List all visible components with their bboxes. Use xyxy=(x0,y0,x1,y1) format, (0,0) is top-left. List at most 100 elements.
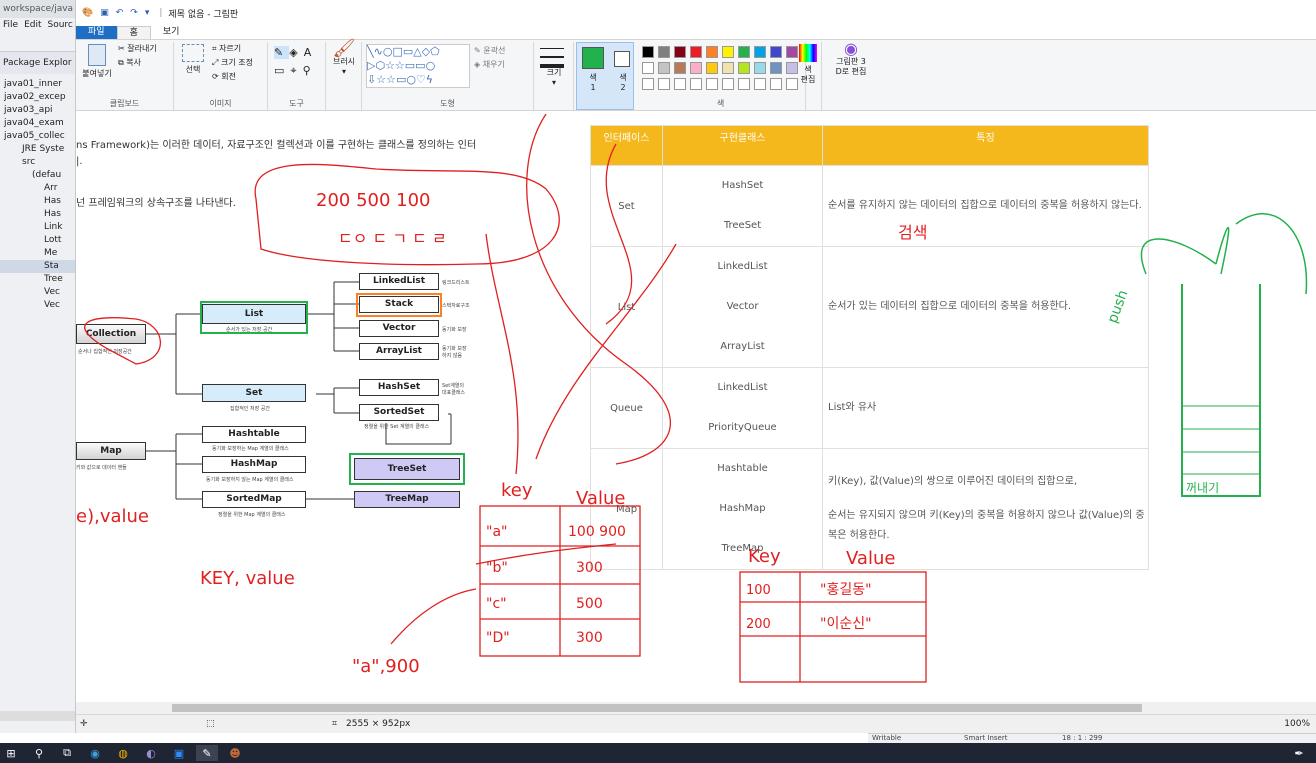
fill-icon[interactable]: ◈ xyxy=(289,46,303,59)
paste-button[interactable]: 붙여넣기 xyxy=(82,44,112,79)
tree-item[interactable]: java01_inner xyxy=(0,78,75,91)
eraser-icon[interactable]: ▭ xyxy=(274,64,290,77)
palette-swatch[interactable] xyxy=(706,46,718,58)
tree-item[interactable]: Lott xyxy=(0,234,75,247)
arrow-set-to-treeset xyxy=(526,114,671,465)
palette-swatch-empty[interactable] xyxy=(658,78,670,90)
tree-item[interactable]: Link xyxy=(0,221,75,234)
edge-icon[interactable]: ◉ xyxy=(84,745,106,761)
palette-swatch[interactable] xyxy=(658,46,670,58)
palette-swatch-empty[interactable] xyxy=(642,78,654,90)
tree-item[interactable]: Has xyxy=(0,208,75,221)
tree-item[interactable]: JRE Syste xyxy=(0,143,75,156)
svg-text:"b": "b" xyxy=(486,560,508,576)
palette-swatch[interactable] xyxy=(738,62,750,74)
edit-colors-button[interactable]: 색 편집 xyxy=(796,44,820,85)
redo-icon[interactable]: ↷ xyxy=(130,8,138,18)
color1-selector[interactable]: 색1 색2 xyxy=(576,42,634,110)
tree-item[interactable]: Me xyxy=(0,247,75,260)
palette-swatch-empty[interactable] xyxy=(690,78,702,90)
palette-swatch[interactable] xyxy=(658,62,670,74)
palette-swatch[interactable] xyxy=(642,46,654,58)
brushes-button[interactable]: 🖌 브러시 ▾ xyxy=(330,40,358,77)
chrome-icon[interactable]: ◍ xyxy=(112,745,134,761)
copy-button[interactable]: ⧉ 복사 xyxy=(118,58,141,68)
tree-item[interactable]: Has xyxy=(0,195,75,208)
menu-source[interactable]: Sourc xyxy=(48,20,73,30)
paint-taskbar-icon[interactable]: ✎ xyxy=(196,745,218,761)
tree-item[interactable]: java02_excep xyxy=(0,91,75,104)
palette-swatch[interactable] xyxy=(674,62,686,74)
select-button[interactable]: 선택 xyxy=(178,44,208,75)
palette-swatch-empty[interactable] xyxy=(754,78,766,90)
fill-shape-button[interactable]: ◈ 채우기 xyxy=(474,60,505,70)
eclipse-scrollbar[interactable] xyxy=(0,711,75,721)
menu-file[interactable]: File xyxy=(3,20,18,30)
palette-swatch-empty[interactable] xyxy=(770,78,782,90)
canvas-scrollbar[interactable] xyxy=(76,702,1316,714)
svg-text:500: 500 xyxy=(576,596,603,612)
pen-icon[interactable]: ✒ xyxy=(1288,745,1310,761)
tree-item[interactable]: java05_collec xyxy=(0,130,75,143)
writable-status: Writable xyxy=(872,734,902,742)
scrollbar-thumb[interactable] xyxy=(172,704,1142,712)
palette-swatch[interactable] xyxy=(690,46,702,58)
hw-a-900: "a",900 xyxy=(352,656,420,677)
palette-swatch-empty[interactable] xyxy=(674,78,686,90)
resize-button[interactable]: ⤢ 크기 조정 xyxy=(212,58,253,68)
undo-icon[interactable]: ↶ xyxy=(116,8,124,18)
app-taskbar-icon[interactable]: ☻ xyxy=(224,745,246,761)
zoom-icon[interactable]: ▣ xyxy=(168,745,190,761)
size-button[interactable]: 크기 ▾ xyxy=(540,44,568,88)
rotate-button[interactable]: ⟳ 회전 xyxy=(212,72,236,82)
customize-icon[interactable]: ▾ xyxy=(145,8,150,18)
line-size-icon xyxy=(540,48,564,68)
text-icon[interactable]: A xyxy=(304,46,318,59)
palette-swatch-empty[interactable] xyxy=(706,78,718,90)
tab-file[interactable]: 파일 xyxy=(76,26,117,39)
tree-item[interactable]: Sta xyxy=(0,260,75,273)
tree-item[interactable]: Tree xyxy=(0,273,75,286)
tree-item[interactable]: Vec xyxy=(0,286,75,299)
palette-swatch-empty[interactable] xyxy=(722,78,734,90)
tree-item[interactable]: src xyxy=(0,156,75,169)
menu-edit[interactable]: Edit xyxy=(24,20,41,30)
color2-swatch[interactable] xyxy=(614,51,630,67)
magnifier-icon[interactable]: ⚲ xyxy=(303,64,317,77)
package-explorer-tab[interactable]: Package Explor xyxy=(0,52,75,74)
search-icon[interactable]: ⚲ xyxy=(28,745,50,761)
palette-swatch[interactable] xyxy=(706,62,718,74)
palette-swatch-empty[interactable] xyxy=(738,78,750,90)
paint3d-button[interactable]: ◉ 그림판 3 D로 편집 xyxy=(830,41,872,77)
palette-swatch[interactable] xyxy=(674,46,686,58)
pencil-icon[interactable]: ✎ xyxy=(274,46,290,59)
tree-item[interactable]: Vec xyxy=(0,299,75,312)
palette-swatch[interactable] xyxy=(770,46,782,58)
cut-button[interactable]: ✂ 잘라내기 xyxy=(118,44,157,54)
palette-swatch[interactable] xyxy=(754,46,766,58)
outline-button[interactable]: ✎ 윤곽선 xyxy=(474,46,505,56)
tab-home[interactable]: 홈 xyxy=(116,26,151,39)
palette-swatch[interactable] xyxy=(722,62,734,74)
tree-item[interactable]: java04_exam xyxy=(0,117,75,130)
shape-gallery[interactable]: ╲∿○□▭△◇⬠ ▷⬡☆☆▭▭○ ⇩☆☆▭○♡ϟ xyxy=(366,44,470,88)
palette-swatch[interactable] xyxy=(722,46,734,58)
tree-item[interactable]: java03_api xyxy=(0,104,75,117)
task-view-icon[interactable]: ⧉ xyxy=(56,745,78,761)
eclipse-icon[interactable]: ◐ xyxy=(140,745,162,761)
palette-swatch[interactable] xyxy=(738,46,750,58)
zoom-level[interactable]: 100% xyxy=(1284,715,1310,733)
tab-view[interactable]: 보기 xyxy=(151,26,192,39)
palette-swatch[interactable] xyxy=(642,62,654,74)
drawing-canvas[interactable]: ns Framework)는 이러한 데이터, 자료구조인 컬렉션과 이를 구현… xyxy=(76,114,1316,702)
palette-swatch[interactable] xyxy=(770,62,782,74)
windows-start-icon[interactable]: ⊞ xyxy=(0,745,22,761)
tools-row-1: ✎◈A xyxy=(274,46,318,59)
tree-item[interactable]: Arr xyxy=(0,182,75,195)
palette-swatch[interactable] xyxy=(754,62,766,74)
save-icon[interactable]: ▣ xyxy=(100,8,109,18)
crop-button[interactable]: ⌗ 자르기 xyxy=(212,44,241,54)
color-picker-icon[interactable]: ⌖ xyxy=(290,64,302,77)
palette-swatch[interactable] xyxy=(690,62,702,74)
tree-item[interactable]: (defau xyxy=(0,169,75,182)
